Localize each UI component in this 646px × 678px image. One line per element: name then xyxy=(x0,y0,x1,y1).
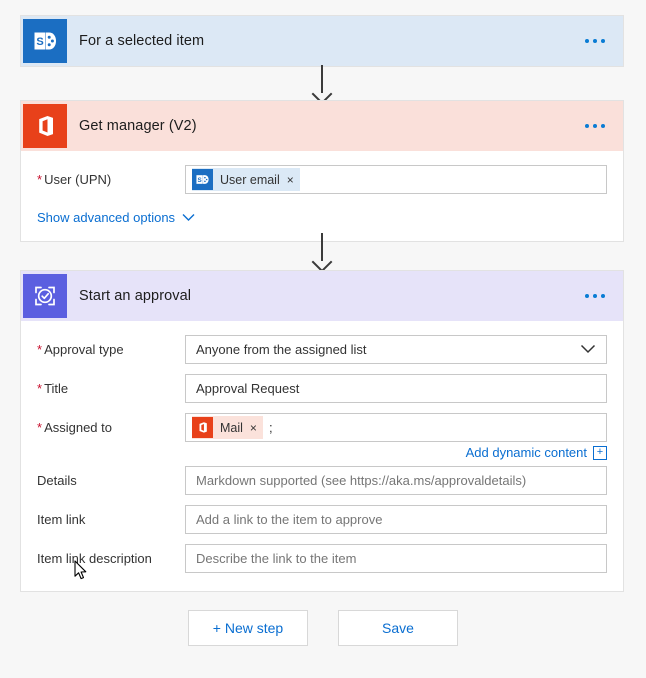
footer-actions: + New step Save xyxy=(0,610,646,646)
trigger-card-title: For a selected item xyxy=(79,33,205,49)
item-link-label: Item link xyxy=(37,512,86,527)
user-upn-label: * User (UPN) xyxy=(37,172,112,187)
token-user-email-label: User email xyxy=(220,172,280,187)
show-advanced-options-label: Show advanced options xyxy=(37,210,176,225)
start-approval-card[interactable]: Start an approval * Approval type Anyone … xyxy=(20,270,624,592)
svg-text:S: S xyxy=(36,36,43,48)
trigger-card[interactable]: S For a selected item xyxy=(20,15,624,67)
add-dynamic-content-label: Add dynamic content xyxy=(465,445,587,460)
plus-icon[interactable]: + xyxy=(593,445,607,460)
item-link-control: Add a link to the item to approve xyxy=(185,505,607,534)
user-upn-control: S User email × xyxy=(185,165,607,194)
save-button[interactable]: Save xyxy=(338,610,458,646)
token-mail[interactable]: Mail × xyxy=(192,416,263,439)
token-mail-remove-icon[interactable]: × xyxy=(250,422,257,434)
details-label: Details xyxy=(37,473,77,488)
add-dynamic-content-row: Add dynamic content + xyxy=(185,445,607,460)
user-upn-input[interactable]: S User email × xyxy=(185,165,607,194)
approval-title-control: Approval Request xyxy=(185,374,607,403)
office365-icon xyxy=(23,104,67,148)
item-link-row: Item link Add a link to the item to appr… xyxy=(37,505,607,534)
add-dynamic-content-link[interactable]: Add dynamic content + xyxy=(466,445,607,460)
approval-type-select[interactable]: Anyone from the assigned list xyxy=(185,335,607,364)
trigger-card-header[interactable]: S For a selected item xyxy=(21,16,623,66)
approval-type-row: * Approval type Anyone from the assigned … xyxy=(37,335,607,364)
get-manager-more-options-icon[interactable] xyxy=(583,118,607,134)
required-indicator: * xyxy=(37,342,43,357)
sharepoint-icon: S xyxy=(23,19,67,63)
svg-text:S: S xyxy=(197,177,201,184)
get-manager-card-header[interactable]: Get manager (V2) xyxy=(21,101,623,151)
assigned-to-control: Mail × ; Add dynamic content + xyxy=(185,413,607,466)
item-link-description-row: Item link description Describe the link … xyxy=(37,544,607,573)
token-mail-label: Mail xyxy=(220,420,243,435)
show-advanced-options-link[interactable]: Show advanced options xyxy=(37,210,195,225)
token-user-email-remove-icon[interactable]: × xyxy=(287,174,294,186)
required-indicator: * xyxy=(37,172,43,187)
item-link-input[interactable]: Add a link to the item to approve xyxy=(185,505,607,534)
new-step-button[interactable]: + New step xyxy=(188,610,308,646)
approval-type-control: Anyone from the assigned list xyxy=(185,335,607,364)
required-indicator: * xyxy=(37,420,43,435)
start-approval-card-body: * Approval type Anyone from the assigned … xyxy=(21,321,623,591)
assigned-to-label: * Assigned to xyxy=(37,420,112,435)
details-input[interactable]: Markdown supported (see https://aka.ms/a… xyxy=(185,466,607,495)
start-approval-card-title: Start an approval xyxy=(79,288,192,304)
get-manager-card-body: * User (UPN) S User email × Show advance… xyxy=(21,151,623,241)
approval-type-label: * Approval type xyxy=(37,342,124,357)
trigger-more-options-icon[interactable] xyxy=(583,33,607,49)
assigned-to-separator: ; xyxy=(268,420,273,435)
item-link-description-label: Item link description xyxy=(37,551,152,566)
details-row: Details Markdown supported (see https://… xyxy=(37,466,607,495)
chevron-down-icon xyxy=(182,213,195,222)
get-manager-card-title: Get manager (V2) xyxy=(79,118,197,134)
user-upn-row: * User (UPN) S User email × xyxy=(37,165,607,194)
approval-title-label: * Title xyxy=(37,381,69,396)
item-link-description-input[interactable]: Describe the link to the item xyxy=(185,544,607,573)
sharepoint-icon: S xyxy=(192,169,213,190)
approval-title-row: * Title Approval Request xyxy=(37,374,607,403)
token-user-email[interactable]: S User email × xyxy=(192,168,300,191)
assigned-to-row: * Assigned to Mail × ; Add dynamic conte… xyxy=(37,413,607,466)
approval-title-input[interactable]: Approval Request xyxy=(185,374,607,403)
get-manager-card[interactable]: Get manager (V2) * User (UPN) S User ema… xyxy=(20,100,624,242)
approval-type-value: Anyone from the assigned list xyxy=(196,342,367,357)
start-approval-card-header[interactable]: Start an approval xyxy=(21,271,623,321)
assigned-to-input[interactable]: Mail × ; xyxy=(185,413,607,442)
approvals-icon xyxy=(23,274,67,318)
flow-designer-canvas: S For a selected item Get manager (V2) *… xyxy=(0,0,646,678)
item-link-description-control: Describe the link to the item xyxy=(185,544,607,573)
chevron-down-icon xyxy=(580,342,596,357)
office365-icon xyxy=(192,417,213,438)
details-control: Markdown supported (see https://aka.ms/a… xyxy=(185,466,607,495)
required-indicator: * xyxy=(37,381,43,396)
start-approval-more-options-icon[interactable] xyxy=(583,288,607,304)
